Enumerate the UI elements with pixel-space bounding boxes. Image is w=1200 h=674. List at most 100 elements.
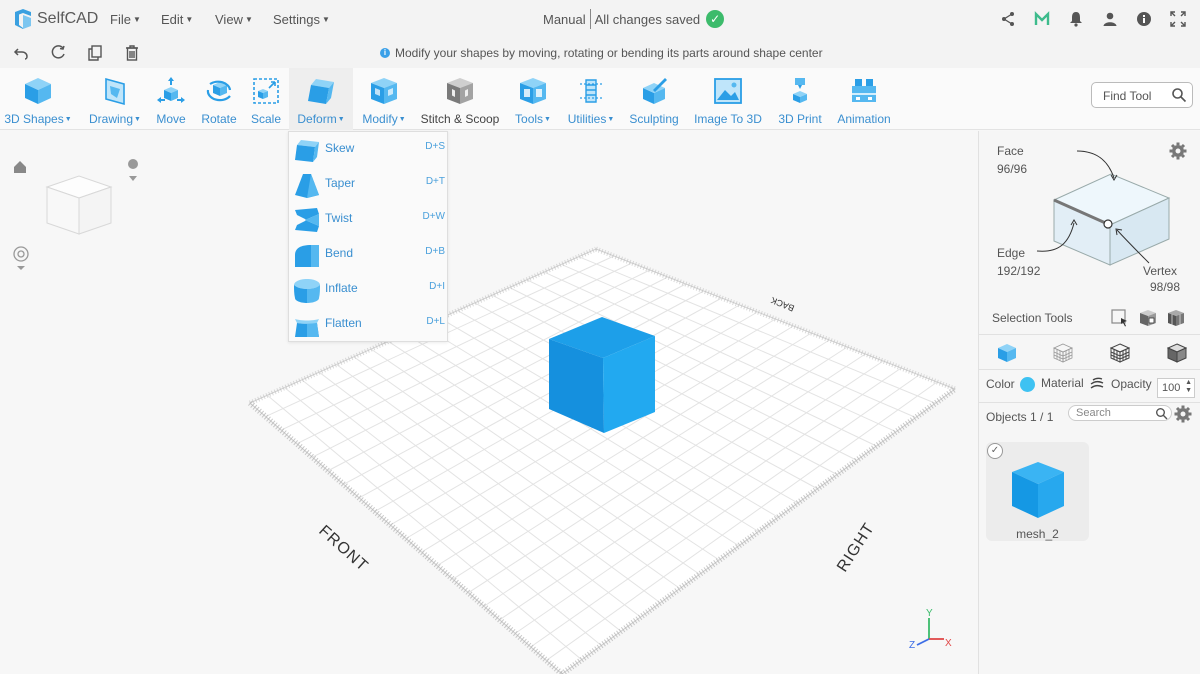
tool-rotate[interactable]: Rotate (199, 68, 239, 130)
color-label: Color (986, 377, 1015, 391)
deform-skew-label: Skew (325, 141, 355, 155)
material-icon[interactable] (1089, 376, 1105, 395)
tool-3d-shapes-label: 3D Shapes (4, 112, 64, 126)
deform-flatten-shortcut: D+L (426, 316, 445, 327)
menu-view[interactable]: View ▼ (215, 12, 253, 27)
tools-icon (517, 75, 549, 107)
app-logo[interactable]: SelfCAD (12, 8, 98, 30)
edge-mode-icon[interactable] (1109, 343, 1131, 366)
deform-twist[interactable]: Twist D+W (289, 202, 449, 237)
menu-edit[interactable]: Edit ▼ (161, 12, 193, 27)
object-thumbnail (1012, 462, 1064, 518)
tool-move[interactable]: Move (151, 68, 191, 130)
deform-inflate[interactable]: Inflate D+I (289, 272, 449, 307)
trash-icon[interactable] (123, 44, 141, 62)
stepper-arrows-icon[interactable]: ▲ ▼ (1185, 379, 1192, 395)
deform-inflate-label: Inflate (325, 281, 358, 295)
menu-settings-label: Settings (273, 12, 320, 27)
save-status: Manual All changes saved ✓ (543, 9, 725, 29)
menu-file[interactable]: File ▼ (110, 12, 141, 27)
objects-search-icon[interactable] (1155, 407, 1168, 423)
material-label[interactable]: Material (1041, 376, 1084, 390)
tool-scale[interactable]: Scale (248, 68, 284, 130)
axis-x-label: X (945, 638, 952, 649)
tool-deform-label: Deform (297, 112, 337, 126)
bell-icon[interactable] (1066, 9, 1086, 29)
sculpting-icon (638, 75, 670, 107)
modify-icon (368, 75, 400, 107)
3d-viewport[interactable]: FRONT RIGHT BACK Y X Z (0, 131, 978, 674)
animation-icon (848, 75, 880, 107)
mode-label[interactable]: Manual (543, 12, 586, 27)
axis-y-label: Y (926, 608, 933, 619)
check-icon: ✓ (706, 10, 725, 28)
find-tool-input[interactable]: Find Tool (1091, 82, 1193, 108)
tool-modify-label: Modify (362, 112, 398, 126)
info-icon[interactable] (1134, 9, 1154, 29)
color-swatch[interactable] (1020, 377, 1035, 392)
hint-message: i Modify your shapes by moving, rotating… (380, 46, 823, 60)
tool-image-to-3d[interactable]: Image To 3D (692, 68, 764, 130)
deform-flatten[interactable]: Flatten D+L (289, 307, 449, 342)
light-icon[interactable] (128, 159, 138, 181)
tool-sculpting[interactable]: Sculpting (627, 68, 681, 130)
stitch-icon (444, 75, 476, 107)
undo-icon[interactable] (12, 44, 30, 62)
user-icon[interactable] (1100, 9, 1120, 29)
tool-sculpting-label: Sculpting (629, 112, 679, 126)
tool-move-label: Move (156, 112, 186, 126)
axes-gizmo: Y X Z (909, 608, 952, 651)
deform-skew[interactable]: Skew D+S (289, 132, 449, 167)
info-dot-icon: i (380, 48, 390, 58)
select-box-icon[interactable] (1139, 309, 1157, 330)
action-row: i Modify your shapes by moving, rotating… (0, 38, 1200, 68)
skew-icon (295, 140, 319, 162)
tool-deform[interactable]: Deform▼ (289, 68, 353, 130)
m-logo-icon[interactable] (1032, 9, 1052, 29)
home-icon[interactable] (14, 161, 26, 173)
back-label: BACK (769, 295, 795, 313)
copy-icon[interactable] (86, 44, 104, 62)
utilities-icon (575, 75, 607, 107)
tool-stitch-scoop[interactable]: Stitch & Scoop (419, 68, 501, 130)
vertex-mode-icon[interactable] (1166, 343, 1188, 366)
tool-tools-label: Tools (515, 112, 544, 126)
deform-bend-shortcut: D+B (425, 246, 445, 257)
face-mode-icon[interactable] (1053, 343, 1073, 366)
select-pointer-icon[interactable] (1111, 309, 1129, 330)
tool-animation[interactable]: Animation (834, 68, 894, 130)
menu-settings[interactable]: Settings ▼ (273, 12, 330, 27)
drawing-icon (99, 75, 131, 107)
deform-taper[interactable]: Taper D+T (289, 167, 449, 202)
twist-icon (295, 208, 319, 232)
tool-3d-shapes[interactable]: 3D Shapes▼ (2, 68, 74, 130)
orbit-icon[interactable] (13, 246, 29, 270)
opacity-input[interactable]: 100 ▲ ▼ (1157, 378, 1195, 398)
mesh-cube[interactable] (549, 317, 655, 433)
scene-canvas: FRONT RIGHT BACK Y X Z (13, 159, 957, 674)
object-mode-icon[interactable] (997, 343, 1017, 366)
tool-utilities[interactable]: Utilities▼ (563, 68, 619, 130)
main-toolbar: 3D Shapes▼ Drawing▼ Move Rotate Scale De… (0, 68, 1200, 130)
tool-tools[interactable]: Tools▼ (510, 68, 556, 130)
tool-3d-print[interactable]: 3D Print (775, 68, 825, 130)
objects-search-placeholder: Search (1076, 407, 1111, 419)
objects-search-input[interactable]: Search (1068, 405, 1172, 421)
image-icon (712, 75, 744, 107)
view-cube[interactable] (45, 175, 113, 235)
search-icon[interactable] (1171, 87, 1187, 106)
deform-bend[interactable]: Bend D+B (289, 237, 449, 272)
redo-icon[interactable] (49, 44, 67, 62)
rotate-icon (203, 75, 235, 107)
select-all-icon[interactable] (1167, 309, 1185, 330)
opacity-label: Opacity (1111, 377, 1152, 391)
deform-bend-label: Bend (325, 246, 354, 260)
fullscreen-icon[interactable] (1168, 9, 1188, 29)
tool-modify[interactable]: Modify▼ (358, 68, 410, 130)
object-select-checkbox[interactable]: ✓ (987, 443, 1003, 459)
tool-drawing[interactable]: Drawing▼ (84, 68, 146, 130)
edge-label: Edge (997, 246, 1026, 260)
share-icon[interactable] (998, 9, 1018, 29)
selection-diagram (1036, 150, 1171, 266)
objects-gear-icon[interactable] (1174, 405, 1192, 426)
